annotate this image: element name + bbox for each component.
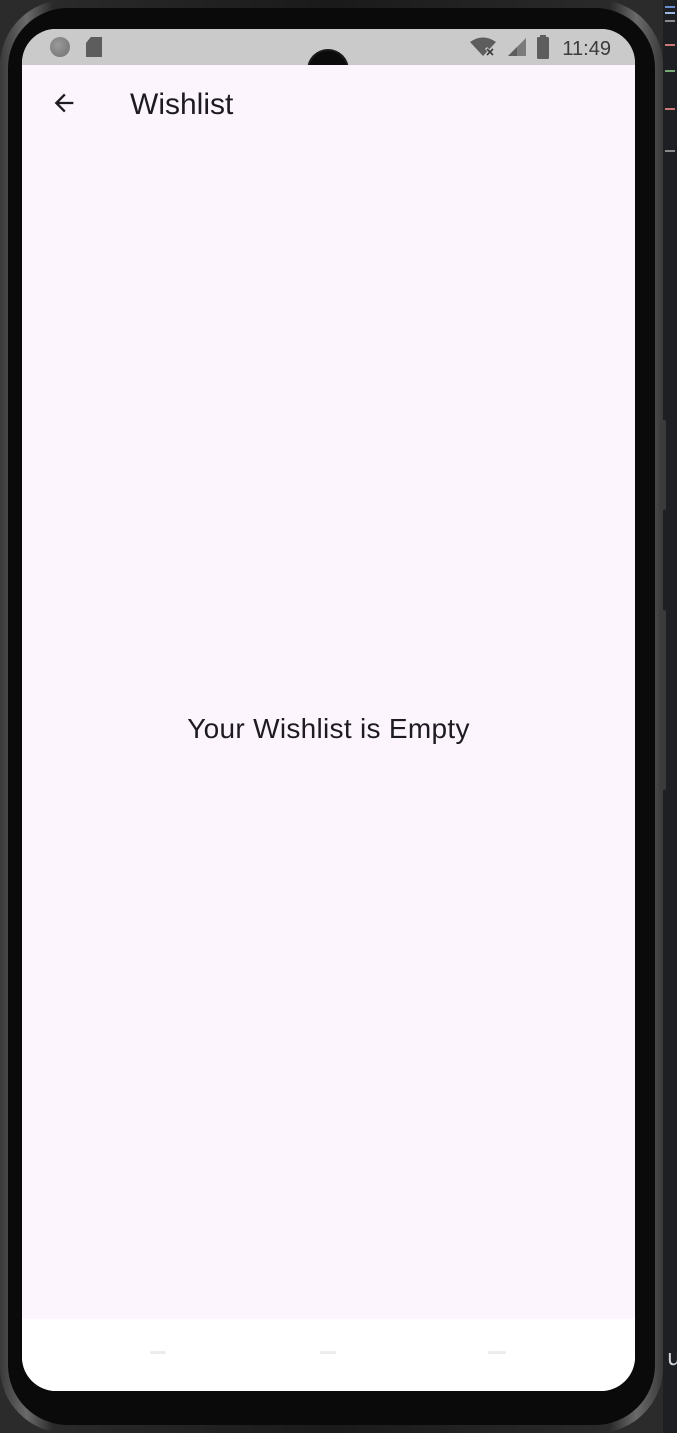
power-button xyxy=(660,610,666,790)
wifi-off-icon xyxy=(468,36,498,63)
sd-card-icon xyxy=(86,37,102,57)
code-line xyxy=(665,12,675,14)
desktop-text-fragment: ul xyxy=(667,1346,677,1371)
signal-icon xyxy=(506,36,528,63)
phone-screen: 11:49 Wishlist Your Wishlist is Empty xyxy=(22,29,635,1391)
nav-recents-hint[interactable] xyxy=(488,1351,506,1354)
system-navigation-bar xyxy=(22,1319,635,1391)
back-button[interactable] xyxy=(38,79,90,131)
nav-back-hint[interactable] xyxy=(150,1351,166,1354)
code-line xyxy=(665,150,675,152)
top-app-bar: Wishlist xyxy=(22,65,635,147)
status-time: 11:49 xyxy=(562,38,611,60)
arrow-left-icon xyxy=(50,89,78,122)
empty-state-message: Your Wishlist is Empty xyxy=(187,713,470,744)
status-right-icons: 11:49 xyxy=(468,35,611,64)
circle-notification-icon xyxy=(50,37,70,57)
battery-icon xyxy=(536,35,550,64)
code-line xyxy=(665,44,675,46)
code-line xyxy=(665,6,675,8)
code-line xyxy=(665,108,675,110)
code-line xyxy=(665,20,675,22)
code-line xyxy=(665,70,675,72)
volume-button xyxy=(660,420,666,510)
page-title: Wishlist xyxy=(130,88,234,121)
nav-home-hint[interactable] xyxy=(320,1351,336,1354)
status-left-icons xyxy=(50,37,102,57)
